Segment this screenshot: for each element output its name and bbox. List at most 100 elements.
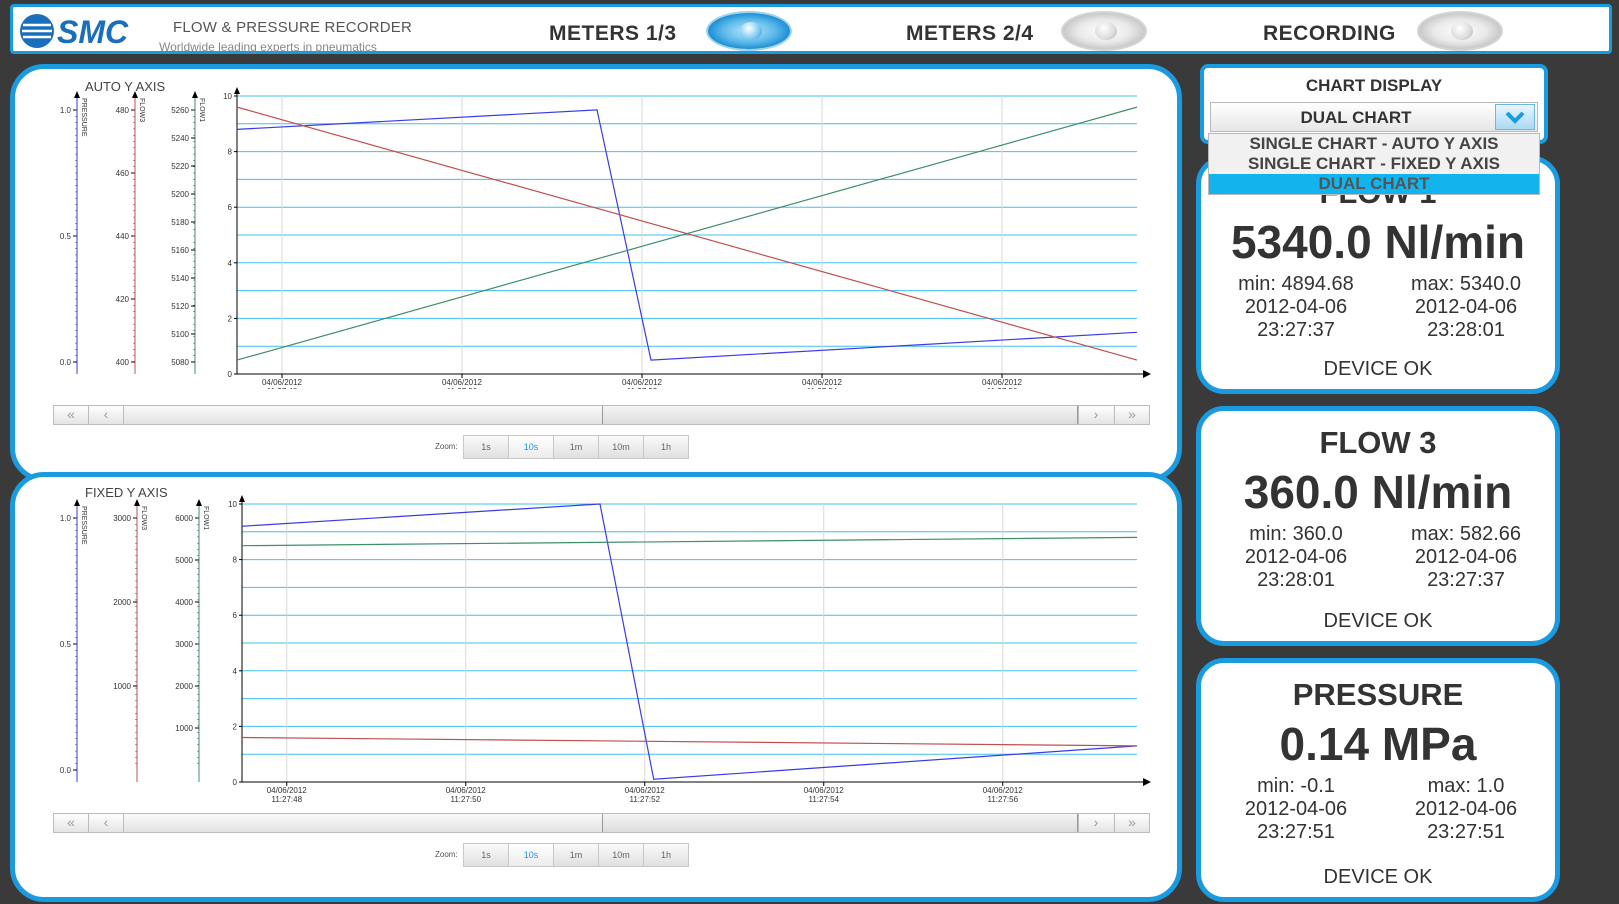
axis-name: PRESSURE xyxy=(80,98,87,137)
axis-tick-label: 3000 xyxy=(113,514,131,523)
x-tick-time: 11:27:48 xyxy=(271,795,302,804)
x-tick-time: 11:27:54 xyxy=(808,795,839,804)
axis-tick-label: 5260 xyxy=(171,106,189,115)
chart-fixed-y-axis: 024681004/06/201211:27:4804/06/201211:27… xyxy=(60,495,1151,804)
option-dual-chart[interactable]: DUAL CHART xyxy=(1209,174,1539,194)
device-status: DEVICE OK xyxy=(1323,358,1433,380)
x-tick-time: 11:27:54 xyxy=(807,387,838,389)
max-date: 2012-04-06 xyxy=(1414,296,1518,318)
x-tick-date: 04/06/2012 xyxy=(802,378,843,387)
zoom-label: Zoom: xyxy=(435,442,458,451)
x-tick-time: 11:27:52 xyxy=(627,387,658,389)
min-date: 2012-04-06 xyxy=(1244,296,1348,318)
zoom-button[interactable]: 10s xyxy=(509,436,554,458)
zoom-button[interactable]: 1s xyxy=(464,844,509,866)
x-tick-time: 11:27:56 xyxy=(987,795,1018,804)
axis-tick-label: 420 xyxy=(116,295,130,304)
axis-tick-label: 2000 xyxy=(113,598,131,607)
zoom-button[interactable]: 1m xyxy=(554,436,599,458)
x-tick-date: 04/06/2012 xyxy=(625,786,666,795)
axis-tick-label: 0.5 xyxy=(60,640,72,649)
axis-tick-label: 1000 xyxy=(175,724,193,733)
axis-tick-label: 5000 xyxy=(175,556,193,565)
axis-tick-label: 5220 xyxy=(171,162,189,171)
meter-value: 5340.0 Nl/min xyxy=(1230,216,1526,268)
meter-max: max: 1.0 2012-04-06 23:27:51 xyxy=(1381,775,1551,844)
axis-tick-label: 0.0 xyxy=(60,358,72,367)
knob-cap-icon xyxy=(1095,22,1117,40)
option-single-auto[interactable]: SINGLE CHART - AUTO Y AXIS xyxy=(1209,134,1539,154)
x-tick-date: 04/06/2012 xyxy=(982,378,1023,387)
tagline: Worldwide leading experts in pneumatics xyxy=(159,40,377,54)
axis-tick-label: 6000 xyxy=(175,514,193,523)
zoom-button[interactable]: 1m xyxy=(554,844,599,866)
zoom-button[interactable]: 10s xyxy=(509,844,554,866)
chevron-down-icon[interactable] xyxy=(1495,104,1535,130)
knob-cap-icon xyxy=(1451,22,1473,40)
zoom-label: Zoom: xyxy=(435,850,458,859)
axis-tick-label: 0.0 xyxy=(60,766,72,775)
nav-meters-2-4-label[interactable]: METERS 2/4 xyxy=(906,22,1034,46)
x-axis-arrow-icon xyxy=(1143,370,1151,378)
min-time: 23:27:37 xyxy=(1257,319,1335,341)
min-value: min: 4894.68 xyxy=(1238,273,1354,295)
nav-meters-2-4-knob[interactable] xyxy=(1061,11,1147,51)
axis-tick-label: 5180 xyxy=(171,218,189,227)
zoom-button[interactable]: 10m xyxy=(599,436,644,458)
axis-name: FLOW3 xyxy=(140,506,147,530)
axis-tick-label: 5200 xyxy=(171,190,189,199)
chart-panel-fixed: FIXED Y AXIS 0 2 4 6 8 10 04/06/2012 11:27:48 04… xyxy=(10,472,1182,902)
axis-tick-label: 3000 xyxy=(175,640,193,649)
time-navigator[interactable]: « ‹ › » xyxy=(53,405,1150,425)
min-date: 2012-04-06 xyxy=(1244,546,1348,568)
left-icon[interactable]: ‹ xyxy=(89,406,124,424)
axis-tick-label: 460 xyxy=(116,169,130,178)
axis-tick-label: 480 xyxy=(116,106,130,115)
x-tick-time: 11:27:56 xyxy=(987,387,1018,389)
double-left-icon[interactable]: « xyxy=(54,406,89,424)
nav-recording-knob[interactable] xyxy=(1417,11,1503,51)
chart-auto-y-axis: 024681004/06/201211:27:4804/06/201211:27… xyxy=(60,87,1151,389)
axis-tick-label: 5080 xyxy=(171,358,189,367)
y-tick-label: 4 xyxy=(228,259,233,268)
chart-display-select[interactable]: DUAL CHART xyxy=(1210,102,1538,132)
double-left-icon[interactable]: « xyxy=(54,814,89,832)
x-tick-date: 04/06/2012 xyxy=(442,378,483,387)
navigator-thumb[interactable] xyxy=(602,814,1078,832)
left-icon[interactable]: ‹ xyxy=(89,814,124,832)
zoom-button[interactable]: 10m xyxy=(599,844,644,866)
meter-min: min: 4894.68 2012-04-06 23:27:37 xyxy=(1211,273,1381,342)
axis-tick-label: 1000 xyxy=(113,682,131,691)
y-tick-label: 10 xyxy=(228,500,237,509)
meter-min: min: 360.0 2012-04-06 23:28:01 xyxy=(1211,523,1381,592)
navigator-thumb[interactable] xyxy=(602,406,1078,424)
axis-tick-label: 440 xyxy=(116,232,130,241)
chart-display-label: CHART DISPLAY xyxy=(1305,76,1443,95)
axis-arrow-icon xyxy=(192,91,198,98)
axis-arrow-icon xyxy=(74,499,80,506)
meter-value: 0.14 MPa xyxy=(1279,718,1477,770)
time-navigator[interactable]: « ‹ › » xyxy=(53,813,1150,833)
logo-text: SMC xyxy=(57,14,129,50)
min-date: 2012-04-06 xyxy=(1244,798,1348,820)
axis-arrow-icon xyxy=(134,499,140,506)
nav-meters-1-3-label[interactable]: METERS 1/3 xyxy=(549,22,677,46)
nav-meters-1-3-knob[interactable] xyxy=(706,11,792,51)
chart-display-panel: CHART DISPLAY DUAL CHART xyxy=(1200,64,1548,144)
x-tick-date: 04/06/2012 xyxy=(267,786,308,795)
nav-recording-label[interactable]: RECORDING xyxy=(1263,22,1396,46)
double-right-icon[interactable]: » xyxy=(1114,814,1149,832)
right-icon[interactable]: › xyxy=(1078,814,1113,832)
axis-name: PRESSURE xyxy=(80,506,87,545)
y-tick-label: 10 xyxy=(223,92,232,101)
axis-name: FLOW3 xyxy=(138,98,145,122)
right-icon[interactable]: › xyxy=(1078,406,1113,424)
zoom-button[interactable]: 1h xyxy=(644,436,688,458)
y-axis-arrow-icon xyxy=(234,87,240,94)
zoom-button[interactable]: 1s xyxy=(464,436,509,458)
double-right-icon[interactable]: » xyxy=(1114,406,1149,424)
max-time: 23:27:37 xyxy=(1427,569,1505,591)
meter-card-pressure: PRESSURE 0.14 MPa min: -0.1 2012-04-06 2… xyxy=(1196,658,1560,902)
zoom-button[interactable]: 1h xyxy=(644,844,688,866)
option-single-fixed[interactable]: SINGLE CHART - FIXED Y AXIS xyxy=(1209,154,1539,174)
